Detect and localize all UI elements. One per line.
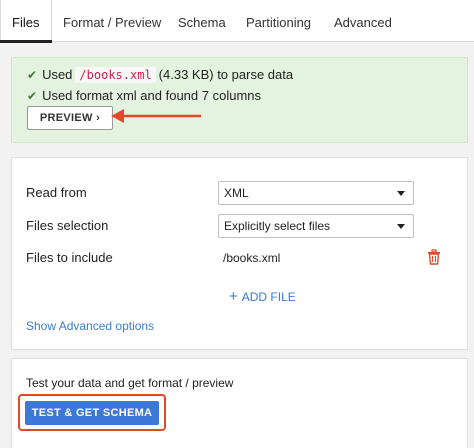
tab-format-preview[interactable]: Format / Preview bbox=[63, 0, 161, 42]
plus-icon: + bbox=[229, 288, 238, 305]
format-found-message: ✔ Used format xml and found 7 columns bbox=[27, 88, 261, 103]
add-file-button[interactable]: + ADD FILE bbox=[229, 288, 296, 305]
files-selection-select[interactable]: Explicitly select files bbox=[218, 214, 414, 238]
read-from-label: Read from bbox=[26, 185, 87, 200]
files-to-include-label: Files to include bbox=[26, 250, 113, 265]
check-icon: ✔ bbox=[27, 89, 38, 103]
files-selection-label: Files selection bbox=[26, 218, 109, 233]
parse-success-panel: ✔ Used/books.xml (4.33 KB) to parse data ✔… bbox=[11, 57, 468, 143]
read-from-select[interactable]: XML bbox=[218, 181, 414, 205]
test-prompt: Test your data and get format / preview bbox=[26, 376, 234, 390]
caret-down-icon bbox=[397, 191, 405, 196]
tab-bar: Files Format / Preview Schema Partitioni… bbox=[0, 0, 474, 43]
check-icon: ✔ bbox=[27, 68, 38, 82]
chevron-right-icon: › bbox=[96, 112, 101, 124]
trash-icon[interactable] bbox=[427, 249, 441, 265]
test-panel: Test your data and get format / preview … bbox=[11, 358, 468, 448]
show-advanced-options-link[interactable]: Show Advanced options bbox=[26, 319, 154, 333]
tab-files[interactable]: Files bbox=[0, 0, 52, 43]
tab-schema[interactable]: Schema bbox=[178, 0, 226, 42]
tab-advanced[interactable]: Advanced bbox=[334, 0, 392, 42]
parse-file-message: ✔ Used/books.xml (4.33 KB) to parse data bbox=[27, 67, 294, 83]
annotation-arrow-icon bbox=[111, 109, 201, 123]
caret-down-icon bbox=[397, 224, 405, 229]
file-list-item: /books.xml bbox=[223, 251, 281, 265]
test-get-schema-button[interactable]: TEST & GET SCHEMA bbox=[25, 401, 159, 425]
file-path-code: /books.xml bbox=[75, 67, 156, 83]
file-settings-panel: Read from XML Files selection Explicitly… bbox=[11, 157, 468, 350]
preview-button[interactable]: PREVIEW › bbox=[27, 106, 113, 130]
tab-partitioning[interactable]: Partitioning bbox=[246, 0, 311, 42]
